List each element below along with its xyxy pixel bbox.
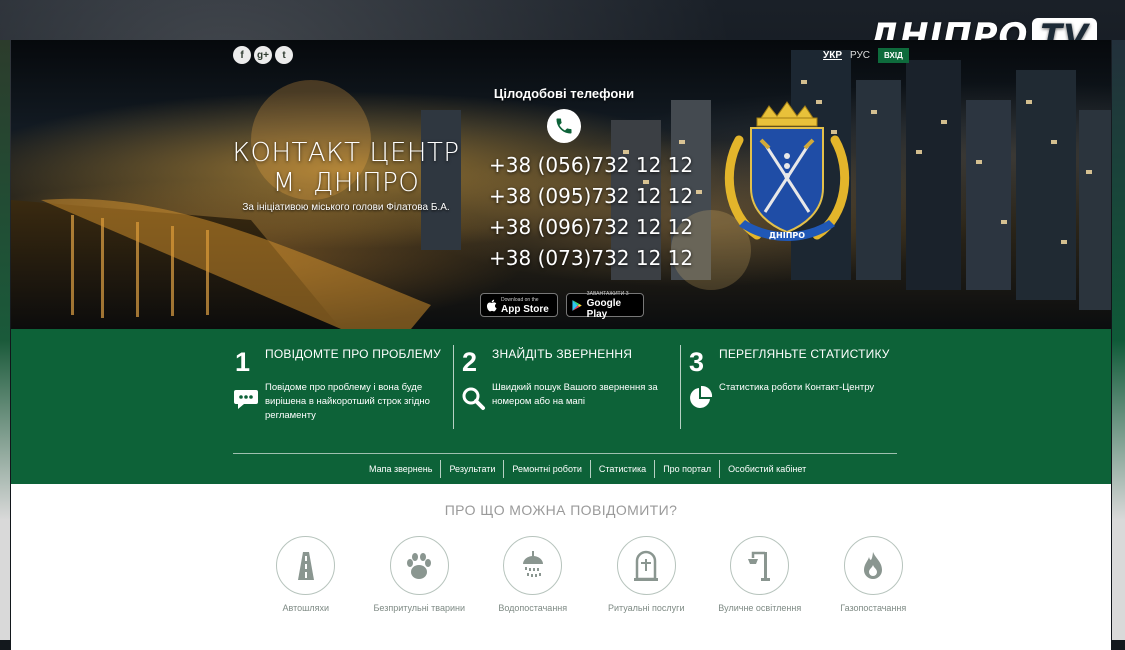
step-view-statistics[interactable]: 3 ПЕРЕГЛЯНЬТЕ СТАТИСТИКУ Статистика робо…: [683, 337, 908, 432]
step-number: 2: [462, 347, 478, 377]
step-divider: [453, 345, 454, 429]
step-title: ПОВІДОМТЕ ПРО ПРОБЛЕМУ: [265, 347, 441, 361]
phone-list: +38 (056)732 12 12 +38 (095)732 12 12 +3…: [489, 150, 693, 274]
app-store-small-text: Download on the: [501, 296, 539, 303]
main-nav: Мапа звернень Результати Ремонтні роботи…: [361, 460, 814, 478]
category-street-lighting[interactable]: Вуличне освітлення: [703, 536, 817, 613]
lang-rus-link[interactable]: РУС: [850, 50, 870, 61]
google-play-button[interactable]: ЗАВАНТАЖИТИ З Google Play: [566, 291, 644, 320]
categories-section: ПРО ЩО МОЖНА ПОВІДОМИТИ? Автошляхи Безпр…: [11, 484, 1111, 650]
step-number: 3: [689, 347, 705, 377]
google-play-small-text: ЗАВАНТАЖИТИ З: [586, 291, 629, 297]
step-description: Повідоме про проблему і вона буде виріше…: [265, 382, 430, 421]
paw-icon: [407, 552, 432, 579]
phone-number[interactable]: +38 (056)732 12 12: [489, 150, 693, 181]
nav-link-account[interactable]: Особистий кабінет: [719, 460, 814, 478]
category-roads[interactable]: Автошляхи: [249, 536, 363, 613]
steps-section: 1 ПОВІДОМТЕ ПРО ПРОБЛЕМУ Повідоме про пр…: [11, 329, 1111, 484]
google-play-label: Google Play: [586, 298, 622, 320]
step-report-problem[interactable]: 1 ПОВІДОМТЕ ПРО ПРОБЛЕМУ Повідоме про пр…: [229, 337, 454, 432]
step-title: ЗНАЙДІТЬ ЗВЕРНЕННЯ: [492, 347, 633, 361]
category-funeral-services[interactable]: Ритуальні послуги: [590, 536, 704, 613]
road-icon: [297, 551, 314, 580]
category-label: Газопостачання: [840, 603, 907, 613]
hero-title-line2: М. ДНІПРО: [272, 168, 420, 198]
phone-number[interactable]: +38 (095)732 12 12: [489, 181, 693, 212]
svg-text:ДНІПРО: ДНІПРО: [769, 231, 805, 240]
category-label: Безпритульні тварини: [373, 603, 466, 613]
backdrop-edge-left: [0, 40, 10, 640]
step-find-request[interactable]: 2 ЗНАЙДІТЬ ЗВЕРНЕННЯ Швидкий пошук Вашог…: [456, 337, 681, 432]
category-label: Автошляхи: [282, 603, 330, 613]
gravestone-icon: [634, 550, 659, 581]
categories-list: Автошляхи Безпритульні тварини Водопоста…: [249, 536, 930, 613]
category-water-supply[interactable]: Водопостачання: [476, 536, 590, 613]
category-label: Водопостачання: [498, 603, 568, 613]
category-label: Ритуальні послуги: [607, 603, 685, 613]
lang-ukr-link[interactable]: УКР: [823, 50, 842, 61]
category-label: Вуличне освітлення: [718, 603, 802, 613]
search-icon: [462, 387, 485, 410]
hero-title-block: КОНТАКТ ЦЕНТР М. ДНІПРО За ініціативою м…: [231, 138, 461, 213]
google-plus-icon[interactable]: g+: [254, 46, 272, 64]
hero-banner: f g+ t УКР РУС ВХІД КОНТАКТ ЦЕНТР М. ДНІ…: [11, 40, 1111, 329]
language-switcher: УКР РУС ВХІД: [823, 48, 909, 63]
dnipro-coat-of-arms-logo: ДНІПРО: [724, 101, 850, 241]
categories-heading: ПРО ЩО МОЖНА ПОВІДОМИТИ?: [444, 502, 678, 518]
pie-chart-icon: [690, 385, 713, 408]
steps-row: 1 ПОВІДОМТЕ ПРО ПРОБЛЕМУ Повідоме про пр…: [229, 337, 909, 432]
step-divider: [680, 345, 681, 429]
app-store-button[interactable]: Download on the App Store: [480, 293, 558, 317]
chat-icon: [234, 390, 258, 409]
gas-flame-icon: [864, 551, 883, 579]
step-description: Статистика роботи Контакт-Центру: [719, 382, 875, 393]
shower-icon: [522, 550, 543, 577]
hero-subtitle: За ініціативою міського голови Філатова …: [242, 202, 450, 213]
social-links: f g+ t: [233, 46, 293, 64]
nav-link-repairs[interactable]: Ремонтні роботи: [503, 460, 590, 478]
step-description: Швидкий пошук Вашого звернення за номеро…: [492, 382, 658, 407]
phone-number[interactable]: +38 (096)732 12 12: [489, 212, 693, 243]
street-lamp-icon: [747, 551, 770, 581]
phone-number[interactable]: +38 (073)732 12 12: [489, 243, 693, 274]
login-button[interactable]: ВХІД: [878, 48, 909, 63]
twitter-icon[interactable]: t: [275, 46, 293, 64]
step-title: ПЕРЕГЛЯНЬТЕ СТАТИСТИКУ: [719, 347, 890, 361]
hero-title-line1: КОНТАКТ ЦЕНТР: [232, 138, 460, 168]
category-stray-animals[interactable]: Безпритульні тварини: [363, 536, 477, 613]
facebook-icon[interactable]: f: [233, 46, 251, 64]
website-page: f g+ t УКР РУС ВХІД КОНТАКТ ЦЕНТР М. ДНІ…: [11, 40, 1111, 650]
apple-icon: [486, 299, 497, 311]
nav-link-map[interactable]: Мапа звернень: [361, 460, 440, 478]
google-play-icon: [572, 299, 582, 311]
phones-title: Цілодобові телефони: [493, 86, 635, 101]
app-store-badges: Download on the App Store ЗАВАНТАЖИТИ З …: [480, 291, 644, 320]
backdrop-edge-right: [1112, 40, 1125, 640]
step-number: 1: [235, 347, 251, 377]
nav-link-about[interactable]: Про портал: [654, 460, 719, 478]
section-divider: [233, 453, 897, 454]
nav-link-statistics[interactable]: Статистика: [589, 460, 654, 478]
phone-icon: [547, 109, 581, 143]
category-gas-supply[interactable]: Газопостачання: [817, 536, 931, 613]
nav-link-results[interactable]: Результати: [440, 460, 503, 478]
app-store-label: App Store: [501, 303, 549, 315]
